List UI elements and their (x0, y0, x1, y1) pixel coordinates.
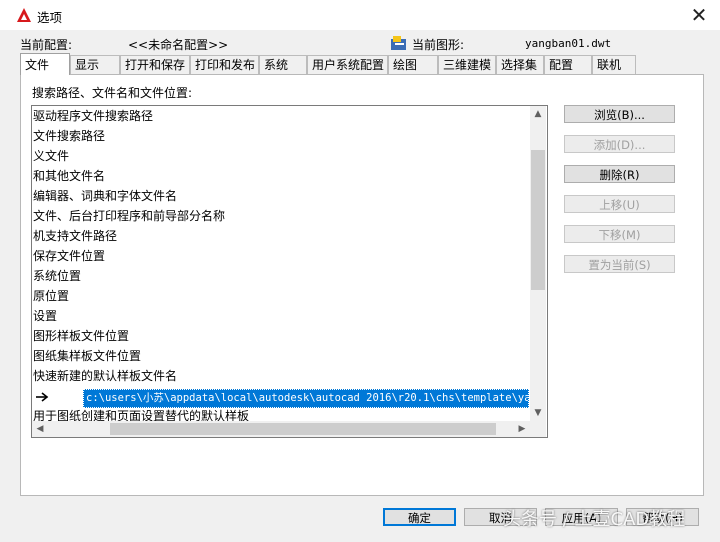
tab-display[interactable]: 显示 (70, 55, 120, 74)
tree-item[interactable]: 快速新建的默认样板文件名 (33, 366, 177, 386)
move-down-button[interactable]: 下移(M) (564, 225, 675, 243)
scroll-right-icon[interactable]: ▶ (514, 421, 530, 437)
tree-item[interactable]: 文件搜索路径 (33, 126, 105, 146)
tree-item[interactable]: 系统位置 (33, 266, 81, 286)
tree-item[interactable]: 机支持文件路径 (33, 226, 117, 246)
tree-item[interactable]: 编辑器、词典和字体文件名 (33, 186, 177, 206)
current-profile-label: 当前配置: (20, 38, 73, 52)
horizontal-scroll-thumb[interactable] (110, 423, 496, 435)
tree-item[interactable]: 原位置 (33, 286, 69, 306)
watermark: 头条号 / 上壹CAD教程 (503, 509, 686, 530)
tab-drafting[interactable]: 绘图 (388, 55, 438, 74)
ok-button[interactable]: 确定 (383, 508, 456, 526)
drawing-file-icon (391, 36, 406, 50)
window-title: 选项 (37, 10, 63, 25)
tree-item[interactable]: 义文件 (33, 146, 69, 166)
tab-online[interactable]: 联机 (592, 55, 636, 74)
tree-item[interactable]: 设置 (33, 306, 57, 326)
tree-item[interactable]: 图形样板文件位置 (33, 326, 129, 346)
current-profile-value: <<未命名配置>> (128, 38, 229, 52)
tab-3d-modeling[interactable]: 三维建模 (438, 55, 496, 74)
vertical-scroll-thumb[interactable] (531, 150, 545, 290)
close-icon[interactable]: ✕ (686, 3, 712, 27)
file-path-tree[interactable]: 驱动程序文件搜索路径 文件搜索路径 义文件 和其他文件名 编辑器、词典和字体文件… (31, 105, 548, 438)
scroll-down-icon[interactable]: ▼ (530, 405, 546, 421)
add-button[interactable]: 添加(D)... (564, 135, 675, 153)
autocad-logo-icon (17, 8, 31, 22)
horizontal-scrollbar[interactable]: ◀ ▶ (32, 421, 530, 437)
search-paths-label: 搜索路径、文件名和文件位置: (32, 86, 193, 100)
tree-item[interactable]: 图纸集样板文件位置 (33, 346, 141, 366)
tab-open-save[interactable]: 打开和保存 (120, 55, 190, 74)
current-drawing-label: 当前图形: (412, 38, 465, 52)
remove-button[interactable]: 删除(R) (564, 165, 675, 183)
tab-selection[interactable]: 选择集 (496, 55, 544, 74)
move-up-button[interactable]: 上移(U) (564, 195, 675, 213)
tree-item[interactable]: 驱动程序文件搜索路径 (33, 106, 153, 126)
vertical-scrollbar[interactable]: ▲ ▼ (530, 106, 546, 421)
tree-item[interactable]: 保存文件位置 (33, 246, 105, 266)
scrollbar-corner (530, 421, 546, 437)
title-bar: 选项 ✕ (0, 0, 720, 30)
current-drawing-value: yangban01.dwt (525, 37, 612, 50)
tab-user-preferences[interactable]: 用户系统配置 (307, 55, 388, 74)
tab-system[interactable]: 系统 (259, 55, 307, 74)
tree-item[interactable]: 文件、后台打印程序和前导部分名称 (33, 206, 225, 226)
tree-item[interactable]: 和其他文件名 (33, 166, 105, 186)
scroll-left-icon[interactable]: ◀ (32, 421, 48, 437)
set-current-button[interactable]: 置为当前(S) (564, 255, 675, 273)
tab-plot-publish[interactable]: 打印和发布 (190, 55, 259, 74)
tab-profiles[interactable]: 配置 (544, 55, 592, 74)
expanded-arrow-icon (36, 392, 49, 402)
tab-files[interactable]: 文件 (20, 53, 70, 75)
browse-button[interactable]: 浏览(B)... (564, 105, 675, 123)
scroll-up-icon[interactable]: ▲ (530, 106, 546, 122)
